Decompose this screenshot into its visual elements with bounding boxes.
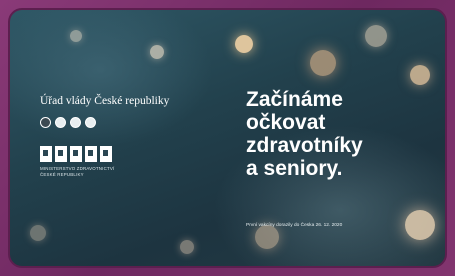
headline-line: a seniory. — [246, 157, 343, 180]
bokeh-light — [30, 225, 46, 241]
ministry-caption-line: ČESKÉ REPUBLIKY — [40, 171, 84, 177]
bokeh-light — [180, 240, 194, 254]
bokeh-light — [410, 65, 430, 85]
headline-line: Začínáme — [246, 88, 343, 111]
ministry-logo-block — [85, 146, 97, 162]
headline: Začínáme očkovat zdravotníky a seniory. — [246, 88, 436, 180]
ministry-logo-block — [70, 146, 82, 162]
government-office-title: Úřad vlády České republiky — [40, 95, 170, 107]
ministry-caption: MINISTERSTVO ZDRAVOTNICTVÍ ČESKÉ REPUBLI… — [40, 166, 150, 177]
bokeh-light — [255, 225, 279, 249]
bokeh-light — [310, 50, 336, 76]
round-emblem-icon — [55, 117, 66, 128]
government-branding: Úřad vlády České republiky MINISTERSTVO … — [40, 95, 220, 177]
bokeh-light — [365, 25, 387, 47]
footnote: První vakcíny dorazily do Česka 26. 12. … — [246, 223, 343, 228]
bokeh-light — [235, 35, 253, 53]
ministry-logo-block — [100, 146, 112, 162]
ministry-logo — [40, 146, 220, 162]
government-emblem-icon — [40, 117, 51, 128]
emblem-row — [40, 117, 220, 128]
bokeh-light — [405, 210, 435, 240]
bokeh-light — [150, 45, 164, 59]
headline-line: očkovat — [246, 111, 326, 134]
announcement-card: Úřad vlády České republiky MINISTERSTVO … — [8, 8, 447, 268]
ministry-logo-block — [40, 146, 52, 162]
bokeh-light — [70, 30, 82, 42]
headline-line: zdravotníky — [246, 134, 363, 157]
ministry-logo-block — [55, 146, 67, 162]
round-emblem-icon — [70, 117, 81, 128]
round-emblem-icon — [85, 117, 96, 128]
